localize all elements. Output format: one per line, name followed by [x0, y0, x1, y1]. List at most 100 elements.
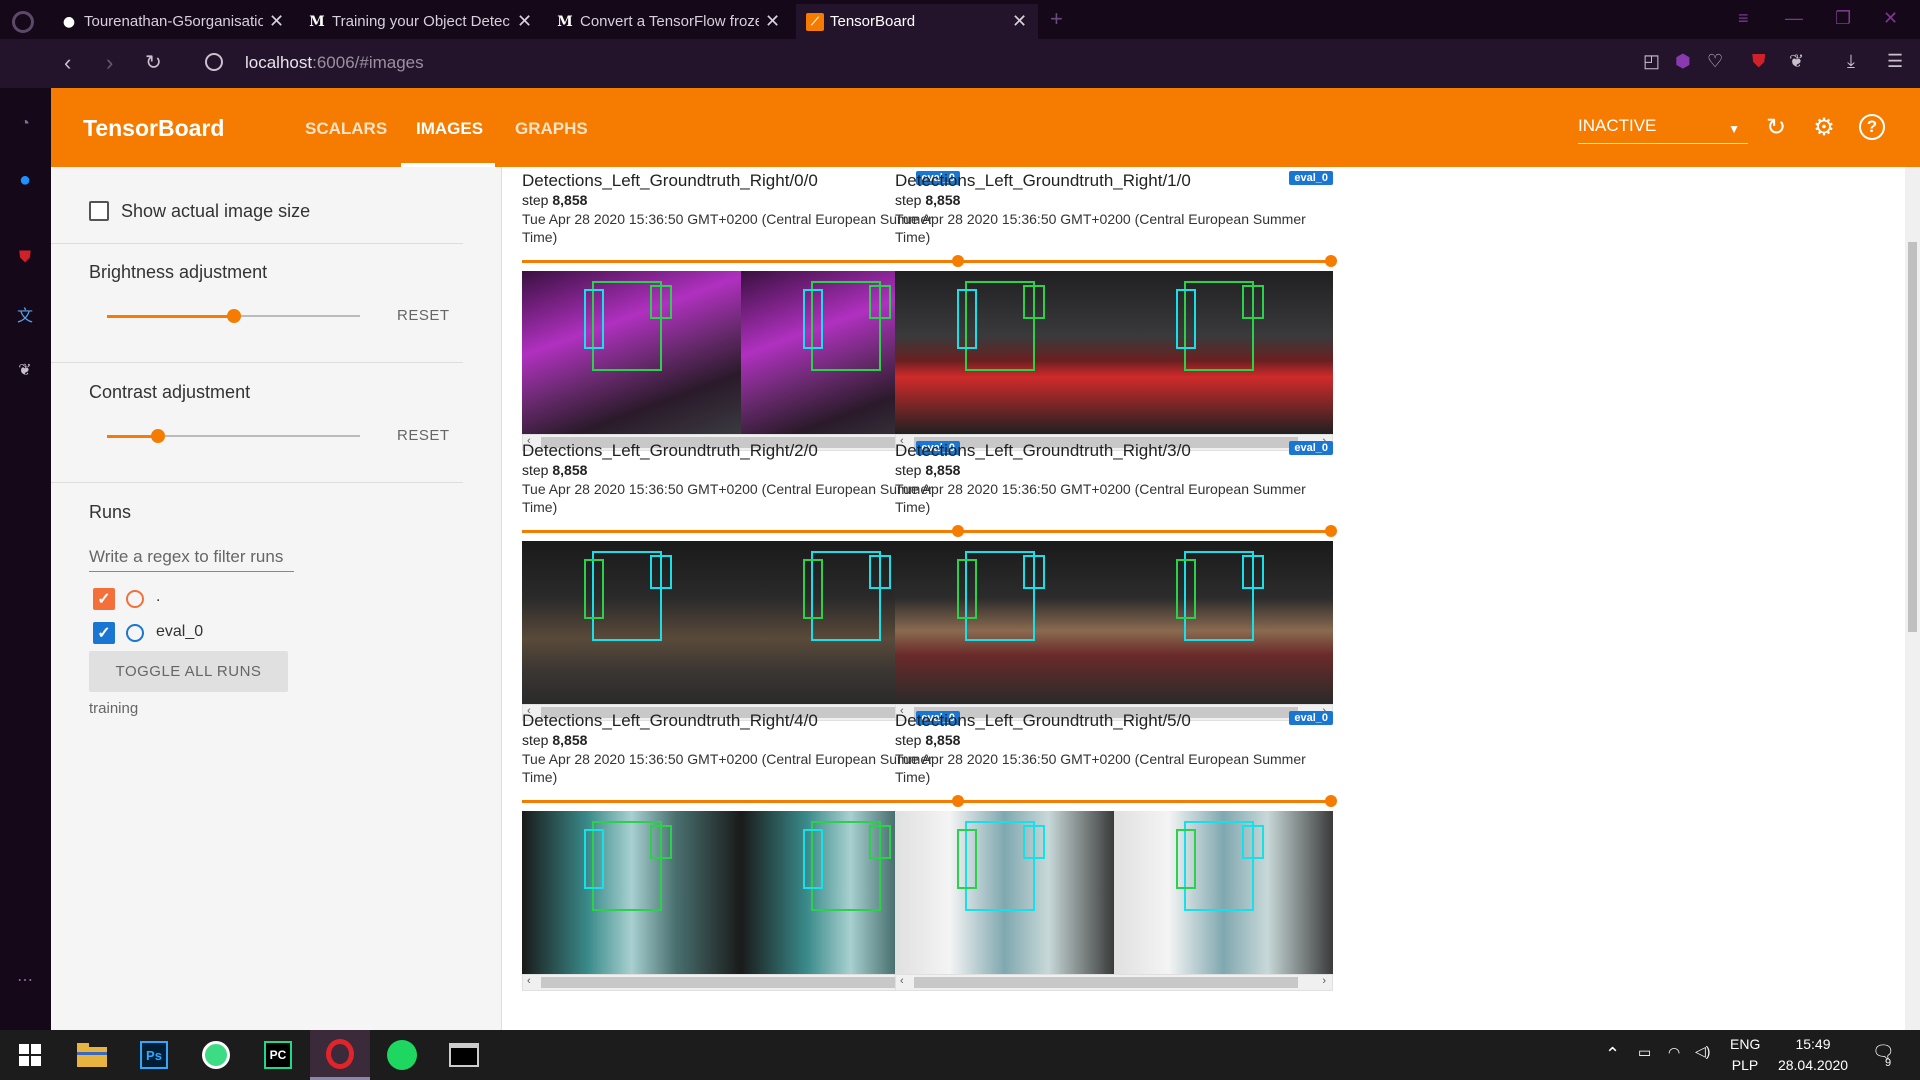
scrollbar-thumb[interactable] — [1908, 242, 1917, 632]
github-icon: ● — [62, 13, 76, 30]
scroll-left-icon[interactable]: ‹ — [527, 975, 531, 987]
run-color-dot — [126, 590, 144, 608]
tab-menu-icon[interactable]: ≡ — [1738, 8, 1749, 29]
step-label: step 8,858 — [895, 462, 960, 478]
scroll-left-icon[interactable]: ‹ — [900, 975, 904, 987]
clock-date[interactable]: 28.04.2020 — [1768, 1057, 1858, 1073]
opera-logo-icon[interactable] — [12, 11, 34, 33]
wifi-icon[interactable]: ◠ — [1668, 1044, 1680, 1061]
toggle-all-runs-button[interactable]: TOGGLE ALL RUNS — [89, 651, 288, 692]
reload-icon[interactable]: ↻ — [145, 50, 162, 75]
chevron-up-icon[interactable]: ⌃ — [1605, 1044, 1620, 1065]
forward-icon[interactable]: › — [106, 50, 113, 76]
close-icon[interactable]: ✕ — [517, 11, 533, 32]
contrast-slider-handle[interactable] — [151, 429, 165, 443]
messenger-icon[interactable]: ● — [13, 168, 37, 192]
ublock-icon[interactable]: ⛊ — [1752, 51, 1766, 72]
run-checkbox[interactable]: ✓ — [93, 588, 115, 610]
notifications-icon[interactable]: 🗨 — [1872, 1042, 1895, 1063]
back-icon[interactable]: ‹ — [64, 50, 71, 76]
step-value: 8,858 — [552, 462, 588, 478]
spotify-icon[interactable] — [372, 1030, 432, 1080]
run-name: . — [156, 588, 161, 605]
translate-icon[interactable]: 文 — [13, 302, 37, 326]
close-icon[interactable]: ✕ — [765, 11, 781, 32]
step-slider[interactable] — [895, 525, 1337, 537]
brightness-reset-button[interactable]: RESET — [397, 307, 450, 324]
browser-tab-medium-2[interactable]: M Convert a TensorFlow froze ✕ — [546, 4, 791, 39]
opera-taskbar-icon[interactable] — [310, 1030, 370, 1080]
android-studio-icon[interactable] — [186, 1030, 246, 1080]
download-icon[interactable]: ⤓ — [1847, 51, 1855, 72]
volume-icon[interactable]: ◁) — [1695, 1043, 1710, 1060]
bounding-box — [1176, 829, 1196, 889]
step-slider[interactable] — [895, 255, 1337, 267]
browser-tab-tensorboard[interactable]: ⟋ TensorBoard ✕ — [796, 4, 1038, 39]
heart-icon[interactable]: ♡ — [1707, 51, 1723, 72]
tab-graphs[interactable]: GRAPHS — [515, 119, 588, 139]
run-badge: eval_0 — [1289, 171, 1333, 185]
tab-images[interactable]: IMAGES — [416, 119, 483, 139]
reload-status-value: INACTIVE — [1578, 116, 1657, 135]
easy-setup-icon[interactable]: ☰ — [1887, 51, 1903, 72]
run-filter-input[interactable] — [89, 542, 294, 572]
snapshot-icon[interactable]: ◰ — [1643, 51, 1660, 72]
bounding-box — [1242, 555, 1264, 589]
brightness-slider-handle[interactable] — [227, 309, 241, 323]
file-explorer-icon[interactable] — [62, 1030, 122, 1080]
refresh-icon[interactable]: ↻ — [1763, 114, 1789, 141]
step-slider-handle[interactable] — [1325, 255, 1337, 267]
step-slider-handle[interactable] — [1325, 795, 1337, 807]
new-tab-button[interactable]: + — [1050, 6, 1063, 32]
feather-icon[interactable]: ❦ — [13, 358, 37, 382]
pycharm-icon[interactable]: PC — [248, 1030, 308, 1080]
scroll-right-icon[interactable]: › — [1322, 975, 1326, 987]
step-slider-handle[interactable] — [1325, 525, 1337, 537]
reload-status-select[interactable]: INACTIVE ▼ — [1578, 116, 1748, 144]
vpn-shield-icon[interactable]: ⬢ — [1675, 51, 1691, 72]
gear-icon[interactable]: ⚙ — [1811, 114, 1837, 141]
feather-icon[interactable]: ❦ — [1789, 51, 1804, 72]
input-language[interactable]: ENG — [1730, 1036, 1760, 1052]
browser-tab-medium-1[interactable]: M Training your Object Detec ✕ — [298, 4, 543, 39]
image-tag-name: Detections_Left_Groundtruth_Right/2/0 — [522, 441, 818, 460]
photoshop-icon[interactable]: Ps — [124, 1030, 184, 1080]
help-icon[interactable]: ? — [1859, 114, 1885, 140]
contrast-reset-button[interactable]: RESET — [397, 427, 450, 444]
keyboard-layout[interactable]: PLP — [1730, 1057, 1760, 1073]
url-host: localhost — [245, 53, 313, 72]
run-name: eval_0 — [156, 623, 204, 640]
step-label: step 8,858 — [895, 732, 960, 748]
url-path: :6006/#images — [312, 53, 424, 72]
url-field[interactable]: localhost:6006/#images — [245, 53, 424, 73]
step-label: step 8,858 — [522, 732, 587, 748]
minimize-icon[interactable]: — — [1785, 8, 1803, 29]
terminal-icon[interactable] — [434, 1030, 494, 1080]
window-close-icon[interactable]: ✕ — [1883, 8, 1898, 29]
step-prefix: step — [895, 192, 922, 208]
more-icon[interactable]: ⋯ — [13, 968, 37, 992]
scrollbar-thumb[interactable] — [914, 977, 1298, 988]
bounding-box — [869, 825, 891, 859]
detections-half — [522, 271, 741, 434]
battery-icon[interactable]: ▭ — [1638, 1044, 1651, 1061]
page-scrollbar[interactable] — [1905, 167, 1920, 1030]
tab-scalars[interactable]: SCALARS — [305, 119, 387, 139]
close-icon[interactable]: ✕ — [269, 11, 285, 32]
step-label: step 8,858 — [522, 462, 587, 478]
restore-icon[interactable]: ❐ — [1835, 8, 1851, 29]
step-slider[interactable] — [895, 795, 1337, 807]
run-checkbox[interactable]: ✓ — [93, 622, 115, 644]
speed-dial-icon[interactable]: ◔ — [13, 112, 37, 136]
bounding-box — [650, 825, 672, 859]
windows-start-icon[interactable] — [0, 1030, 60, 1080]
scrollbar-thumb[interactable] — [541, 977, 925, 988]
show-actual-size-checkbox[interactable] — [89, 201, 109, 221]
close-icon[interactable]: ✕ — [1012, 11, 1028, 32]
image-settings-panel: Show actual image size Brightness adjust… — [51, 167, 502, 1030]
ublock-icon[interactable]: ⛊ — [13, 246, 37, 270]
browser-tab-github[interactable]: ● Tourenathan-G5organisatio ✕ — [50, 4, 295, 39]
clock-time[interactable]: 15:49 — [1768, 1036, 1858, 1052]
site-info-icon[interactable] — [205, 53, 223, 71]
image-scrollbar[interactable]: ‹› — [895, 974, 1333, 991]
